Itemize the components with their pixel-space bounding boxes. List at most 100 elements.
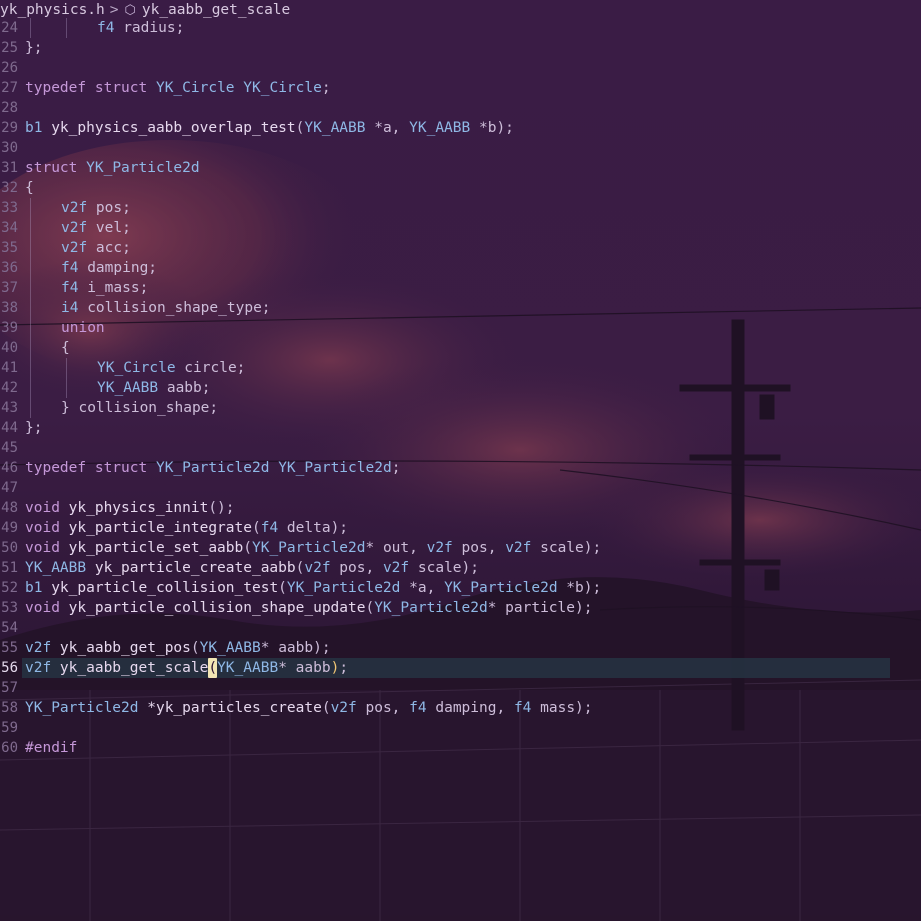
code-text[interactable]: YK_AABB yk_particle_create_aabb(v2f pos,… [25,558,479,578]
code-line[interactable]: 50 void yk_particle_set_aabb(YK_Particle2… [0,538,921,558]
code-text[interactable]: f4 radius; [97,18,184,38]
code-line[interactable]: 34 v2f vel; [0,218,921,238]
code-token: * aabb [278,660,331,676]
indent-guide [30,358,31,378]
code-line[interactable]: 26 [0,58,921,78]
code-text[interactable]: void yk_particle_set_aabb(YK_Particle2d*… [25,538,601,558]
code-line[interactable]: 35 v2f acc; [0,238,921,258]
code-token: ( [190,640,200,656]
code-line[interactable]: 57 [0,678,921,698]
code-token: * particle); [487,600,593,616]
code-line[interactable]: 46 typedef struct YK_Particle2d YK_Partic… [0,458,921,478]
line-number: 36 [1,260,18,276]
indent-guide [30,238,31,258]
code-text[interactable]: b1 yk_physics_aabb_overlap_test(YK_AABB … [25,118,514,138]
code-line[interactable]: 29 b1 yk_physics_aabb_overlap_test(YK_AAB… [0,118,921,138]
code-text[interactable]: { [61,338,70,358]
code-token: i_mass; [78,280,149,296]
code-text[interactable]: v2f yk_aabb_get_scale(YK_AABB* aabb); [25,658,348,678]
code-line[interactable]: 49 void yk_particle_integrate(f4 delta); [0,518,921,538]
code-text[interactable]: }; [25,38,42,58]
code-text[interactable]: v2f pos; [61,198,131,218]
code-text[interactable]: } collision_shape; [61,398,218,418]
code-token: typedef [25,80,87,96]
code-line[interactable]: 55 v2f yk_aabb_get_pos(YK_AABB* aabb); [0,638,921,658]
code-token: yk_aabb_get_pos [51,640,191,656]
code-line[interactable]: 60 #endif [0,738,921,758]
code-text[interactable]: }; [25,418,42,438]
code-line[interactable]: 42 YK_AABB aabb; [0,378,921,398]
code-line[interactable]: 31 struct YK_Particle2d [0,158,921,178]
code-line[interactable]: 51 YK_AABB yk_particle_create_aabb(v2f po… [0,558,921,578]
line-number: 24 [1,20,18,36]
code-line[interactable]: 32 { [0,178,921,198]
code-token: vel; [87,220,131,236]
code-text[interactable]: f4 damping; [61,258,157,278]
code-text[interactable]: v2f yk_aabb_get_pos(YK_AABB* aabb); [25,638,331,658]
code-text[interactable]: { [25,178,34,198]
code-line[interactable]: 48 void yk_physics_innit(); [0,498,921,518]
code-line[interactable]: 24 f4 radius; [0,18,921,38]
code-line[interactable]: 53 void yk_particle_collision_shape_updat… [0,598,921,618]
code-text[interactable]: YK_Circle circle; [97,358,245,378]
code-line[interactable]: 40 { [0,338,921,358]
code-line[interactable]: 27 typedef struct YK_Circle YK_Circle; [0,78,921,98]
code-text[interactable]: YK_Particle2d *yk_particles_create(v2f p… [25,698,593,718]
breadcrumb-symbol[interactable]: yk_aabb_get_scale [142,0,290,20]
code-line[interactable]: 39 union [0,318,921,338]
code-token: ( [243,540,252,556]
indent-guide [30,278,31,298]
code-line[interactable]: 25}; [0,38,921,58]
code-line[interactable]: 45 [0,438,921,458]
code-line[interactable]: 43} collision_shape; [0,398,921,418]
line-number: 49 [1,520,18,536]
code-line[interactable]: 33 v2f pos; [0,198,921,218]
code-text[interactable]: YK_AABB aabb; [97,378,211,398]
code-lines[interactable]: 24 f4 radius; 25}; 26 27 typedef struct YK_Ci… [0,18,921,758]
code-text[interactable]: typedef struct YK_Particle2d YK_Particle… [25,458,400,478]
code-text[interactable]: b1 yk_particle_collision_test(YK_Particl… [25,578,601,598]
code-editor[interactable]: yk_physics.h > ⬡ yk_aabb_get_scale 24 f4 rad… [0,0,921,921]
code-token: yk_particle_collision_test [42,580,279,596]
code-line[interactable]: 52 b1 yk_particle_collision_test(YK_Parti… [0,578,921,598]
code-line[interactable]: 30 [0,138,921,158]
code-text[interactable]: void yk_particle_collision_shape_update(… [25,598,592,618]
code-text[interactable]: v2f vel; [61,218,131,238]
code-text[interactable]: i4 collision_shape_type; [61,298,271,318]
code-line[interactable]: 37 f4 i_mass; [0,278,921,298]
code-line[interactable]: 56 v2f yk_aabb_get_scale(YK_AABB* aabb); [0,658,921,678]
line-number: 47 [1,480,18,496]
code-token: ; [339,660,349,676]
code-token: damping, [426,700,514,716]
code-text[interactable]: struct YK_Particle2d [25,158,200,178]
code-token: ( [321,700,331,716]
code-line[interactable]: 59 [0,718,921,738]
code-text[interactable]: union [61,318,105,338]
code-text[interactable]: typedef struct YK_Circle YK_Circle; [25,78,331,98]
code-text[interactable]: #endif [25,738,77,758]
line-number: 50 [1,540,18,556]
code-line[interactable]: 44}; [0,418,921,438]
code-line[interactable]: 41 YK_Circle circle; [0,358,921,378]
code-token: yk_particle_set_aabb [59,540,244,556]
code-line[interactable]: 47 [0,478,921,498]
line-number: 40 [1,340,18,356]
code-token: YK_Particle2d [251,540,366,556]
code-text[interactable]: void yk_physics_innit(); [25,498,235,518]
code-token: yk_physics_innit [59,500,209,516]
code-text[interactable]: v2f acc; [61,238,131,258]
code-text[interactable]: void yk_particle_integrate(f4 delta); [25,518,348,538]
code-line[interactable]: 38 i4 collision_shape_type; [0,298,921,318]
code-line[interactable]: 54 [0,618,921,638]
code-token: YK_AABB [199,640,261,656]
code-line[interactable]: 36 f4 damping; [0,258,921,278]
code-token: b1 [25,120,43,136]
code-line[interactable]: 28 [0,98,921,118]
breadcrumb-file[interactable]: yk_physics.h [0,0,105,20]
code-token: v2f [25,640,52,656]
code-token: delta); [278,520,349,536]
code-text[interactable]: f4 i_mass; [61,278,148,298]
code-line[interactable]: 58 YK_Particle2d *yk_particles_create(v2f… [0,698,921,718]
